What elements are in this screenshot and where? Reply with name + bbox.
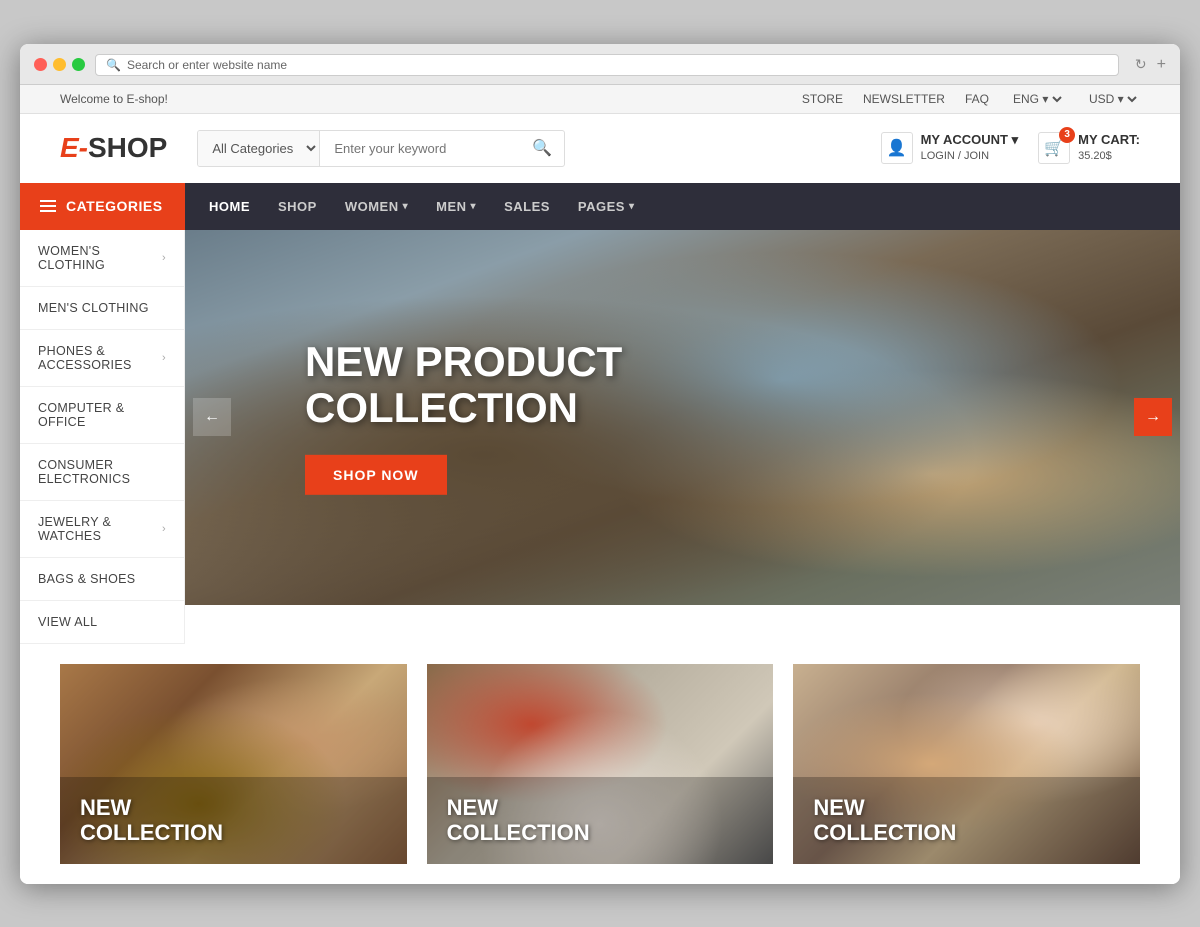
hero-next-button[interactable]: → (1134, 398, 1172, 436)
collection-overlay-2: NEW COLLECTION (427, 777, 774, 864)
currency-select[interactable]: USD ▾ (1085, 91, 1140, 107)
sidebar-item-view-all[interactable]: VIEW ALL (20, 601, 184, 644)
collection-card-1[interactable]: NEW COLLECTION (60, 664, 407, 864)
sidebar-item-consumer-electronics[interactable]: CONSUMER ELECTRONICS (20, 444, 184, 501)
nav-home[interactable]: HOME (195, 183, 264, 230)
hero-title-line2: COLLECTION (305, 385, 622, 431)
sidebar-label: JEWELRY & WATCHES (38, 515, 162, 543)
chevron-right-icon: › (162, 352, 166, 364)
nav-links: HOME SHOP WOMEN ▾ MEN ▾ SALES PAGES ▾ (185, 183, 659, 230)
reload-icon[interactable]: ↻ (1135, 56, 1147, 73)
hamburger-icon (40, 200, 56, 212)
faq-link[interactable]: FAQ (965, 92, 989, 106)
cart-button[interactable]: 🛒 3 MY CART: 35.20$ (1038, 131, 1140, 165)
cart-price: 35.20$ (1078, 150, 1112, 162)
browser-dots (34, 58, 85, 71)
sidebar-item-phones[interactable]: PHONES & ACCESSORIES › (20, 330, 184, 387)
nav-pages[interactable]: PAGES ▾ (564, 183, 649, 230)
search-button[interactable]: 🔍 (520, 138, 564, 158)
categories-tab[interactable]: CATEGORIES (20, 183, 185, 230)
sidebar-item-mens-clothing[interactable]: MEN'S CLOTHING (20, 287, 184, 330)
browser-chrome: 🔍 Search or enter website name ↻ + (20, 44, 1180, 85)
logo-e: E- (60, 132, 88, 164)
hero-prev-button[interactable]: ← (193, 398, 231, 436)
chevron-right-icon: › (162, 523, 166, 535)
hero-content: NEW PRODUCT COLLECTION SHOP NOW (305, 339, 622, 495)
language-select[interactable]: ENG ▾ (1009, 91, 1065, 107)
sidebar-label: CONSUMER ELECTRONICS (38, 458, 166, 486)
hero-title-line1: NEW PRODUCT (305, 339, 622, 385)
logo-shop: SHOP (88, 132, 167, 164)
collection-section: NEW COLLECTION NEW COLLECTION NEW COLLEC… (20, 644, 1180, 884)
sidebar-label: VIEW ALL (38, 615, 97, 629)
minimize-dot[interactable] (53, 58, 66, 71)
collection-label-3: NEW COLLECTION (813, 795, 1120, 846)
collection-label-2: NEW COLLECTION (447, 795, 754, 846)
collection-overlay-1: NEW COLLECTION (60, 777, 407, 864)
sidebar-item-womens-clothing[interactable]: WOMEN'S CLOTHING › (20, 230, 184, 287)
browser-window: 🔍 Search or enter website name ↻ + Welco… (20, 44, 1180, 884)
collection-card-3[interactable]: NEW COLLECTION (793, 664, 1140, 864)
nav-shop[interactable]: SHOP (264, 183, 331, 230)
sidebar: WOMEN'S CLOTHING › MEN'S CLOTHING PHONES… (20, 230, 185, 644)
navbar: CATEGORIES HOME SHOP WOMEN ▾ MEN ▾ SALES… (20, 183, 1180, 230)
hero-title: NEW PRODUCT COLLECTION (305, 339, 622, 431)
address-bar[interactable]: 🔍 Search or enter website name (95, 54, 1119, 76)
chevron-right-icon: › (162, 252, 166, 264)
address-text: Search or enter website name (127, 58, 287, 72)
top-bar: Welcome to E-shop! STORE NEWSLETTER FAQ … (20, 85, 1180, 114)
store-link[interactable]: STORE (802, 92, 843, 106)
sidebar-label: PHONES & ACCESSORIES (38, 344, 162, 372)
collection-overlay-3: NEW COLLECTION (793, 777, 1140, 864)
shop-now-button[interactable]: SHOP NOW (305, 455, 447, 495)
nav-men[interactable]: MEN ▾ (422, 183, 490, 230)
collection-label-1: NEW COLLECTION (80, 795, 387, 846)
main-content: WOMEN'S CLOTHING › MEN'S CLOTHING PHONES… (20, 230, 1180, 644)
collection-card-2[interactable]: NEW COLLECTION (427, 664, 774, 864)
login-join-label: LOGIN / JOIN (921, 150, 989, 162)
search-input[interactable] (320, 132, 520, 165)
header: E- SHOP All Categories 🔍 👤 MY ACCOUNT ▾ … (20, 114, 1180, 183)
my-account-label: MY ACCOUNT ▾ (921, 131, 1019, 149)
close-dot[interactable] (34, 58, 47, 71)
sidebar-item-bags[interactable]: BAGS & SHOES (20, 558, 184, 601)
cart-icon-wrap: 🛒 3 (1038, 132, 1070, 164)
logo[interactable]: E- SHOP (60, 132, 167, 164)
hero-area: NEW PRODUCT COLLECTION SHOP NOW ← → (185, 230, 1180, 605)
search-area: All Categories 🔍 (197, 130, 565, 167)
expand-icon[interactable]: + (1157, 56, 1166, 74)
welcome-text: Welcome to E-shop! (60, 92, 168, 106)
sidebar-label: BAGS & SHOES (38, 572, 135, 586)
account-button[interactable]: 👤 MY ACCOUNT ▾ LOGIN / JOIN (881, 131, 1019, 165)
nav-women[interactable]: WOMEN ▾ (331, 183, 422, 230)
nav-sales[interactable]: SALES (490, 183, 564, 230)
maximize-dot[interactable] (72, 58, 85, 71)
sidebar-label: COMPUTER & OFFICE (38, 401, 166, 429)
header-right: 👤 MY ACCOUNT ▾ LOGIN / JOIN 🛒 3 MY CART:… (881, 131, 1140, 165)
sidebar-item-computer[interactable]: COMPUTER & OFFICE (20, 387, 184, 444)
cart-badge: 3 (1059, 127, 1075, 143)
category-dropdown[interactable]: All Categories (198, 131, 320, 166)
sidebar-label: WOMEN'S CLOTHING (38, 244, 162, 272)
search-icon: 🔍 (106, 58, 121, 72)
categories-label: CATEGORIES (66, 198, 163, 214)
top-bar-right: STORE NEWSLETTER FAQ ENG ▾ USD ▾ (802, 91, 1140, 107)
account-icon: 👤 (881, 132, 913, 164)
account-text: MY ACCOUNT ▾ LOGIN / JOIN (921, 131, 1019, 165)
newsletter-link[interactable]: NEWSLETTER (863, 92, 945, 106)
my-cart-label: MY CART: (1078, 131, 1140, 149)
sidebar-label: MEN'S CLOTHING (38, 301, 149, 315)
cart-text: MY CART: 35.20$ (1078, 131, 1140, 165)
sidebar-item-jewelry[interactable]: JEWELRY & WATCHES › (20, 501, 184, 558)
